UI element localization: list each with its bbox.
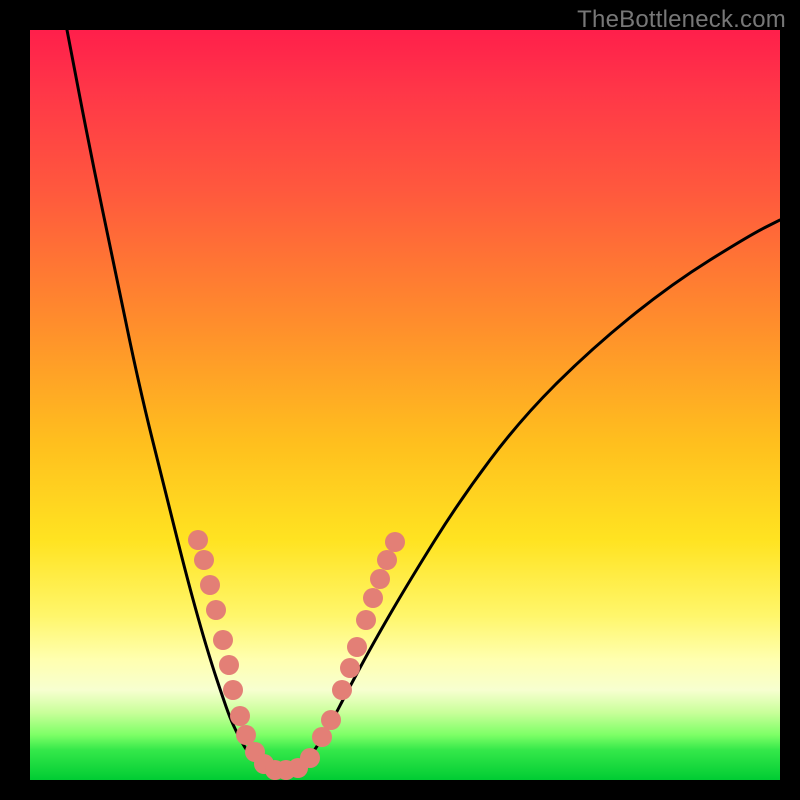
marker-dot xyxy=(385,532,405,552)
curve-right-branch xyxy=(302,220,780,766)
watermark-text: TheBottleneck.com xyxy=(577,6,786,34)
curve-markers xyxy=(188,530,405,780)
marker-dot xyxy=(370,569,390,589)
marker-dot xyxy=(206,600,226,620)
marker-dot xyxy=(332,680,352,700)
curve-group xyxy=(67,30,780,770)
marker-dot xyxy=(219,655,239,675)
marker-dot xyxy=(356,610,376,630)
marker-dot xyxy=(236,725,256,745)
marker-dot xyxy=(340,658,360,678)
marker-dot xyxy=(377,550,397,570)
plot-area xyxy=(30,30,780,780)
marker-dot xyxy=(321,710,341,730)
marker-dot xyxy=(200,575,220,595)
marker-dot xyxy=(230,706,250,726)
marker-dot xyxy=(300,748,320,768)
curve-left-branch xyxy=(67,30,262,765)
marker-dot xyxy=(347,637,367,657)
bottleneck-curve xyxy=(30,30,780,780)
chart-frame: TheBottleneck.com xyxy=(0,0,800,800)
marker-dot xyxy=(188,530,208,550)
marker-dot xyxy=(213,630,233,650)
marker-dot xyxy=(312,727,332,747)
marker-dot xyxy=(194,550,214,570)
marker-dot xyxy=(363,588,383,608)
marker-dot xyxy=(223,680,243,700)
